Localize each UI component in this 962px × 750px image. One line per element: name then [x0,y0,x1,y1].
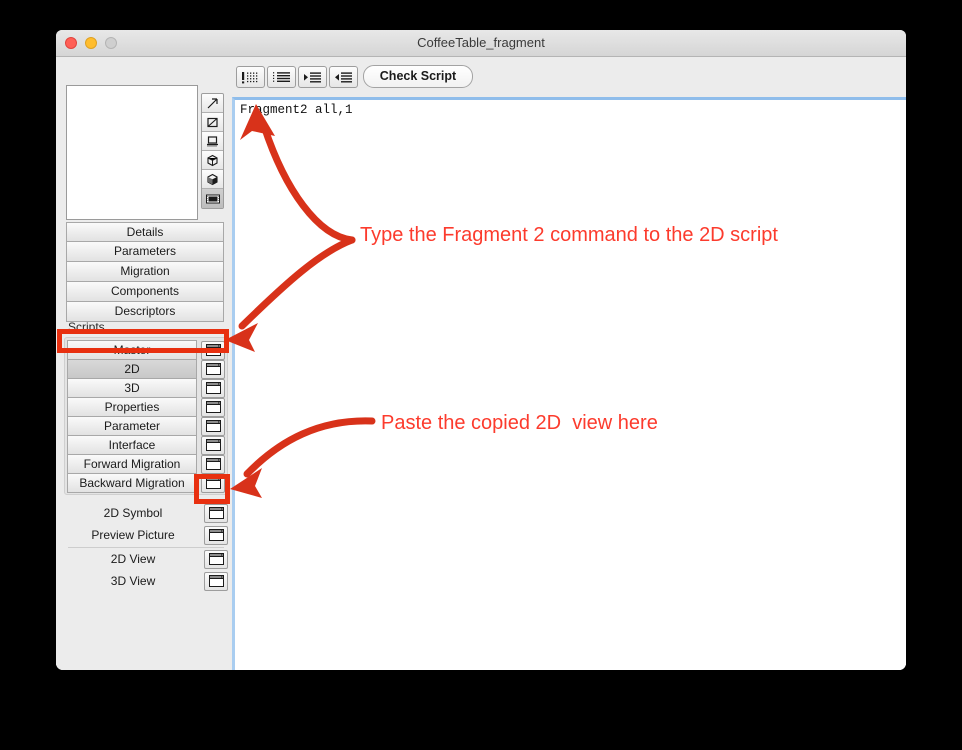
row-2d-view-label: 2D View [110,552,156,566]
preview-thumbnail[interactable] [66,85,198,220]
window-icon-3d[interactable] [201,378,225,398]
row-preview-picture[interactable]: Preview Picture [64,525,228,545]
script-row-3d-label[interactable]: 3D [67,378,197,398]
window-icon-backward-migration[interactable] [201,473,225,493]
window-title: CoffeeTable_fragment [417,35,545,50]
rectangle-tool-icon[interactable] [202,113,223,132]
vertical-toolbar [201,93,224,209]
plan-view-icon[interactable] [202,132,223,151]
show-invisible-characters-icon[interactable] [236,66,265,88]
scripts-group-label: Scripts [68,320,105,334]
components-button[interactable]: Components [66,282,224,302]
window-icon-interface[interactable] [201,435,225,455]
window-body: Details Parameters Migration Components … [56,57,906,670]
scripts-group: Master 2D 3D Properties Parameter Interf… [64,337,228,495]
window-icon-properties[interactable] [201,397,225,417]
indent-left-icon[interactable] [329,66,358,88]
solid-cube-icon[interactable] [202,170,223,189]
script-row-parameter-label[interactable]: Parameter [67,416,197,436]
script-row-parameter[interactable]: Parameter [67,416,225,436]
row-2d-symbol[interactable]: 2D Symbol [64,503,228,523]
row-3d-view[interactable]: 3D View [64,571,228,591]
script-row-master-label[interactable]: Master [67,340,197,360]
editor-toolbar: Check Script [232,57,906,97]
wireframe-cube-icon[interactable] [202,151,223,170]
script-row-forward-migration-label[interactable]: Forward Migration [67,454,197,474]
window-icon-2d-symbol[interactable] [204,503,228,523]
window-icon-2d[interactable] [201,359,225,379]
script-row-3d[interactable]: 3D [67,378,225,398]
script-row-interface-label[interactable]: Interface [67,435,197,455]
row-2d-view[interactable]: 2D View [64,549,228,569]
script-editor[interactable]: Fragment2 all,1 [232,97,906,670]
filmstrip-icon[interactable] [202,189,223,208]
line-numbers-icon[interactable] [267,66,296,88]
script-row-2d-label[interactable]: 2D [67,359,197,379]
script-row-backward-migration-label[interactable]: Backward Migration [67,473,197,493]
descriptors-button[interactable]: Descriptors [66,302,224,322]
panel-divider [68,547,224,548]
window-icon-3d-view[interactable] [204,571,228,591]
parameters-button[interactable]: Parameters [66,242,224,262]
script-editor-text[interactable]: Fragment2 all,1 [240,103,906,117]
details-button[interactable]: Details [66,222,224,242]
panel-buttons: Details Parameters Migration Components … [66,222,224,322]
row-preview-picture-label: Preview Picture [91,528,175,542]
check-script-button[interactable]: Check Script [363,65,473,88]
window-icon-preview-picture[interactable] [204,525,228,545]
window-titlebar[interactable]: CoffeeTable_fragment [56,30,906,57]
script-row-properties[interactable]: Properties [67,397,225,417]
script-row-master[interactable]: Master [67,340,225,360]
window-icon-master[interactable] [201,340,225,360]
window-icon-2d-view[interactable] [204,549,228,569]
script-row-2d[interactable]: 2D [67,359,225,379]
script-row-properties-label[interactable]: Properties [67,397,197,417]
screenshot-stage: CoffeeTable_fragment Details Parameters … [0,0,962,750]
script-row-interface[interactable]: Interface [67,435,225,455]
indent-right-icon[interactable] [298,66,327,88]
left-panel: Details Parameters Migration Components … [56,57,232,670]
application-window: CoffeeTable_fragment Details Parameters … [56,30,906,670]
line-tool-icon[interactable] [202,94,223,113]
row-2d-symbol-label: 2D Symbol [103,506,163,520]
right-panel: Check Script Fragment2 all,1 [232,57,906,670]
window-icon-parameter[interactable] [201,416,225,436]
window-icon-forward-migration[interactable] [201,454,225,474]
script-row-forward-migration[interactable]: Forward Migration [67,454,225,474]
migration-button[interactable]: Migration [66,262,224,282]
script-row-backward-migration[interactable]: Backward Migration [67,473,225,493]
row-3d-view-label: 3D View [110,574,156,588]
